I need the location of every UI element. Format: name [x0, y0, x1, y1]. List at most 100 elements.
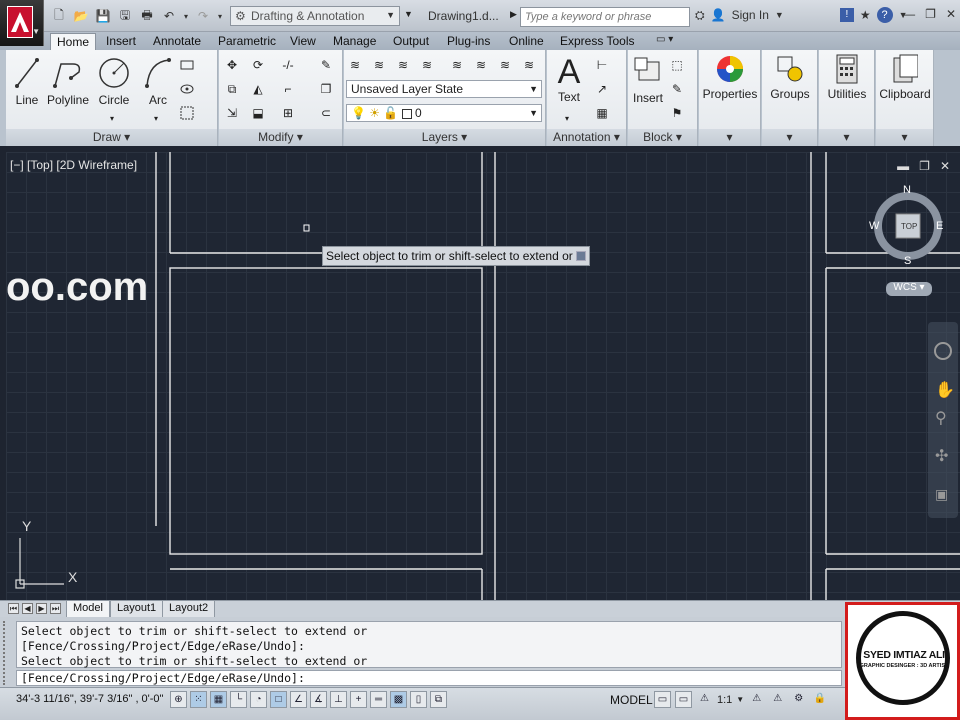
workspace-switching-icon[interactable]: ⚙: [790, 691, 807, 708]
close-icon[interactable]: ✕: [946, 7, 956, 21]
rectangle-icon[interactable]: [178, 56, 196, 74]
viewport-close-icon[interactable]: ✕: [940, 159, 950, 173]
otrack-icon[interactable]: ∡: [310, 691, 327, 708]
tab-online[interactable]: Online: [503, 33, 550, 50]
quick-properties-icon[interactable]: ▯: [410, 691, 427, 708]
hatch-icon[interactable]: [178, 80, 196, 98]
move-icon[interactable]: ✥: [223, 56, 241, 74]
draw-panel-title[interactable]: Draw ▾: [6, 129, 217, 146]
3d-osnap-icon[interactable]: ∠: [290, 691, 307, 708]
dimension-icon[interactable]: ⊢: [593, 56, 611, 74]
leader-icon[interactable]: ↗: [593, 80, 611, 98]
tab-plug-ins[interactable]: Plug-ins: [441, 33, 496, 50]
tab-view[interactable]: View: [284, 33, 322, 50]
sign-in-dropdown-icon[interactable]: ▼: [775, 10, 784, 20]
sign-in-link[interactable]: Sign In: [732, 8, 769, 22]
chevron-down-icon[interactable]: ▼: [736, 695, 744, 704]
print-icon[interactable]: 🖶: [138, 7, 156, 25]
tab-layout2[interactable]: Layout2: [162, 601, 216, 618]
command-line-grip[interactable]: [3, 621, 12, 685]
rotate-icon[interactable]: ⟳: [249, 56, 267, 74]
erase-icon[interactable]: ✎: [317, 56, 335, 74]
prev-layout-icon[interactable]: ◀: [22, 603, 33, 614]
circle-tool-button[interactable]: Circle: [96, 56, 132, 107]
tab-layout1[interactable]: Layout1: [110, 601, 164, 618]
tab-manage[interactable]: Manage: [327, 33, 382, 50]
last-layout-icon[interactable]: ⏭: [50, 603, 61, 614]
tab-parametric[interactable]: Parametric: [212, 33, 282, 50]
properties-expand[interactable]: ▾: [699, 129, 760, 146]
scale-icon[interactable]: ⬓: [249, 104, 267, 122]
binoculars-icon[interactable]: ⛭: [695, 8, 705, 23]
save-icon[interactable]: 💾: [94, 7, 112, 25]
mirror-icon[interactable]: ◭: [249, 80, 267, 98]
attribute-icon[interactable]: ⚑: [668, 104, 686, 122]
tooltip-options-icon[interactable]: [576, 251, 586, 261]
properties-button[interactable]: Properties: [701, 54, 759, 101]
dynamic-input-icon[interactable]: +: [350, 691, 367, 708]
layer-lock-icon[interactable]: ≋: [472, 56, 490, 74]
polar-tracking-icon[interactable]: ◔: [250, 691, 267, 708]
redo-dropdown-icon[interactable]: ▾: [216, 7, 224, 25]
edit-block-icon[interactable]: ✎: [668, 80, 686, 98]
lock-ui-icon[interactable]: 🔒: [811, 691, 828, 708]
next-layout-icon[interactable]: ▶: [36, 603, 47, 614]
trim-icon[interactable]: -/-: [279, 56, 297, 74]
infer-constraints-icon[interactable]: ⊕: [170, 691, 187, 708]
showmotion-icon[interactable]: ▣: [935, 486, 948, 503]
viewcube-top-face[interactable]: TOP: [901, 222, 917, 231]
arc-tool-button[interactable]: Arc: [142, 56, 174, 107]
groups-button[interactable]: Groups: [764, 54, 816, 101]
array-icon[interactable]: ⊞: [279, 104, 297, 122]
open-file-icon[interactable]: 📂: [72, 7, 90, 25]
minimize-icon[interactable]: —: [903, 7, 915, 21]
pan-icon[interactable]: ✋: [935, 380, 955, 400]
auto-scale-icon[interactable]: ⚠: [769, 691, 786, 708]
utilities-button[interactable]: Utilities: [821, 54, 873, 101]
layer-state-icon[interactable]: ≋: [370, 56, 388, 74]
viewport-restore-icon[interactable]: ❐: [919, 159, 930, 173]
application-menu-button[interactable]: ▼: [0, 0, 44, 46]
circle-dropdown-icon[interactable]: ▾: [110, 114, 114, 123]
new-file-icon[interactable]: 🗋: [50, 7, 68, 25]
tab-model[interactable]: Model: [66, 601, 110, 618]
create-block-icon[interactable]: ⬚: [668, 56, 686, 74]
redo-icon[interactable]: ↷: [194, 7, 212, 25]
stretch-icon[interactable]: ⇲: [223, 104, 241, 122]
layer-freeze-icon[interactable]: ≋: [448, 56, 466, 74]
tab-insert[interactable]: Insert: [100, 33, 142, 50]
title-overflow-icon[interactable]: ▶: [510, 9, 517, 20]
layer-previous-icon[interactable]: ≋: [520, 56, 538, 74]
tab-express-tools[interactable]: Express Tools: [554, 33, 640, 50]
region-icon[interactable]: [178, 104, 196, 122]
layer-match-icon[interactable]: ≋: [496, 56, 514, 74]
viewport-label[interactable]: [−] [Top] [2D Wireframe]: [10, 158, 137, 172]
tab-home[interactable]: Home: [50, 33, 97, 50]
orbit-icon[interactable]: ✣: [935, 446, 948, 466]
arc-dropdown-icon[interactable]: ▾: [154, 114, 158, 123]
insert-block-button[interactable]: Insert: [630, 56, 666, 105]
explode-icon[interactable]: ❐: [317, 80, 335, 98]
tab-output[interactable]: Output: [387, 33, 435, 50]
layers-panel-title[interactable]: Layers ▾: [344, 129, 545, 146]
undo-dropdown-icon[interactable]: ▾: [182, 7, 190, 25]
block-panel-title[interactable]: Block ▾: [628, 129, 697, 146]
clipboard-expand[interactable]: ▾: [876, 129, 933, 146]
layer-isolate-icon[interactable]: ≋: [394, 56, 412, 74]
annotation-scale-icon[interactable]: ⚠: [696, 691, 713, 708]
current-layer-dropdown[interactable]: 💡 ☀ 🔓 0 ▼: [346, 104, 542, 122]
line-tool-button[interactable]: Line: [12, 56, 42, 107]
fillet-icon[interactable]: ⌐: [279, 80, 297, 98]
object-snap-icon[interactable]: □: [270, 691, 287, 708]
text-dropdown-icon[interactable]: ▾: [565, 114, 569, 123]
groups-expand[interactable]: ▾: [762, 129, 817, 146]
utilities-expand[interactable]: ▾: [819, 129, 874, 146]
star-icon[interactable]: ★: [860, 8, 871, 22]
cursor-coordinates[interactable]: 34'-3 11/16", 39'-7 3/16" , 0'-0": [16, 693, 163, 705]
annotation-scale-value[interactable]: 1:1: [717, 694, 732, 706]
ribbon-minimize-icon[interactable]: ▭ ▾: [656, 34, 673, 45]
wcs-menu[interactable]: WCS ▾: [886, 282, 932, 296]
ortho-mode-icon[interactable]: └: [230, 691, 247, 708]
table-icon[interactable]: ▦: [593, 104, 611, 122]
model-space-button[interactable]: MODEL: [610, 693, 653, 707]
